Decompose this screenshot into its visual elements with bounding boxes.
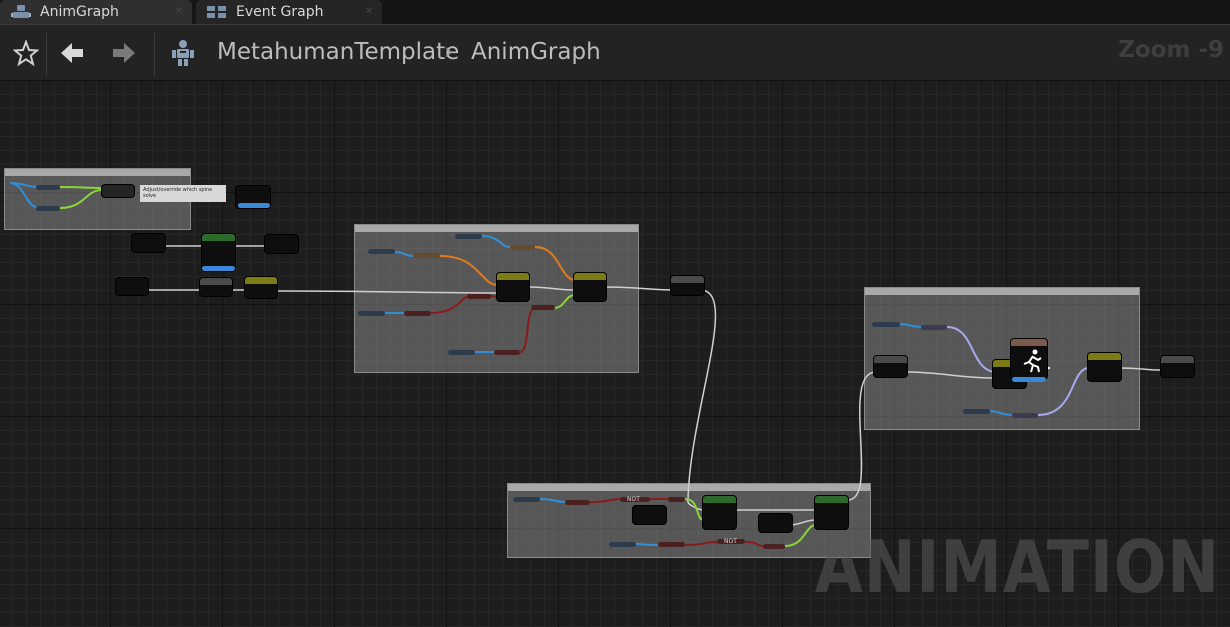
graph-node-yellow[interactable] xyxy=(574,273,606,301)
running-figure-icon xyxy=(1023,349,1042,373)
forward-button[interactable] xyxy=(106,35,142,71)
graph-node[interactable] xyxy=(102,185,134,197)
graph-node[interactable] xyxy=(874,356,907,377)
graph-node[interactable] xyxy=(671,276,704,295)
not-label: NOT xyxy=(724,538,737,545)
graph-node[interactable] xyxy=(633,506,666,524)
node-input-bar xyxy=(202,266,235,271)
variable-get-node[interactable] xyxy=(36,206,60,211)
breadcrumb-graph[interactable]: AnimGraph xyxy=(471,39,601,65)
back-button[interactable] xyxy=(54,35,90,71)
event-graph-icon xyxy=(207,6,226,18)
variable-get-node[interactable] xyxy=(763,544,785,549)
anim-blueprint-icon xyxy=(172,40,194,66)
toolbar-divider xyxy=(154,33,155,77)
graph-node[interactable] xyxy=(132,234,165,252)
animation-watermark: ANIMATION xyxy=(815,525,1220,609)
asset-icon-button xyxy=(165,35,201,71)
back-arrow-icon xyxy=(61,43,83,63)
tab-label: Event Graph xyxy=(236,4,324,20)
node-input-bar xyxy=(238,203,270,208)
variable-get-node[interactable] xyxy=(36,185,60,190)
forward-arrow-icon xyxy=(113,43,135,63)
tab-event-graph[interactable]: Event Graph ✕ xyxy=(196,0,382,24)
anim-blueprint-icon xyxy=(11,5,31,18)
variable-get-node[interactable] xyxy=(368,249,395,254)
variable-get-node[interactable] xyxy=(448,350,475,355)
toolbar-divider xyxy=(46,33,47,77)
tab-bar: AnimGraph ✕ Event Graph ✕ xyxy=(0,0,1230,24)
graph-node[interactable] xyxy=(116,278,148,295)
variable-get-node[interactable] xyxy=(467,294,491,299)
variable-get-node[interactable] xyxy=(358,311,385,316)
variable-get-node[interactable] xyxy=(963,409,990,414)
variable-get-node[interactable] xyxy=(413,253,440,258)
variable-get-node[interactable] xyxy=(513,497,540,502)
variable-get-node[interactable] xyxy=(494,350,520,355)
variable-get-node[interactable] xyxy=(404,311,431,316)
variable-get-node[interactable] xyxy=(921,325,947,330)
close-icon[interactable]: ✕ xyxy=(174,7,184,17)
output-pose-node[interactable] xyxy=(1161,356,1194,377)
tab-animgraph[interactable]: AnimGraph ✕ xyxy=(0,0,192,24)
favorite-button[interactable] xyxy=(8,35,44,71)
variable-get-node[interactable] xyxy=(609,542,636,547)
node-input-bar xyxy=(1012,377,1046,382)
anim-sequence-node[interactable] xyxy=(1011,339,1047,379)
graph-node[interactable] xyxy=(265,235,298,253)
variable-get-node[interactable] xyxy=(658,542,685,547)
graph-toolbar: MetahumanTemplate › AnimGraph Zoom -9 xyxy=(0,24,1230,81)
not-label: NOT xyxy=(627,496,640,503)
variable-get-node[interactable] xyxy=(1012,413,1038,418)
close-icon[interactable]: ✕ xyxy=(364,7,374,17)
graph-node-yellow[interactable] xyxy=(497,273,529,301)
tab-label: AnimGraph xyxy=(40,4,119,20)
breadcrumb-asset[interactable]: MetahumanTemplate xyxy=(217,39,459,65)
graph-node[interactable] xyxy=(200,278,232,296)
graph-node-green[interactable] xyxy=(703,496,736,529)
variable-get-node[interactable] xyxy=(455,234,482,239)
zoom-level-label: Zoom -9 xyxy=(1118,37,1224,63)
variable-get-node[interactable] xyxy=(510,245,535,250)
breadcrumb-separator: › xyxy=(444,39,454,65)
variable-get-node[interactable] xyxy=(531,305,555,310)
graph-node-yellow[interactable] xyxy=(1088,353,1121,381)
anim-graph-canvas[interactable]: Adjust/override which spine solve NOT NO… xyxy=(0,80,1230,627)
graph-node[interactable] xyxy=(759,514,792,532)
favorite-star-icon xyxy=(13,40,39,66)
variable-get-node[interactable] xyxy=(565,500,590,505)
variable-get-node[interactable] xyxy=(668,497,685,502)
variable-get-node[interactable] xyxy=(872,322,900,327)
graph-node-yellow[interactable] xyxy=(245,277,277,298)
